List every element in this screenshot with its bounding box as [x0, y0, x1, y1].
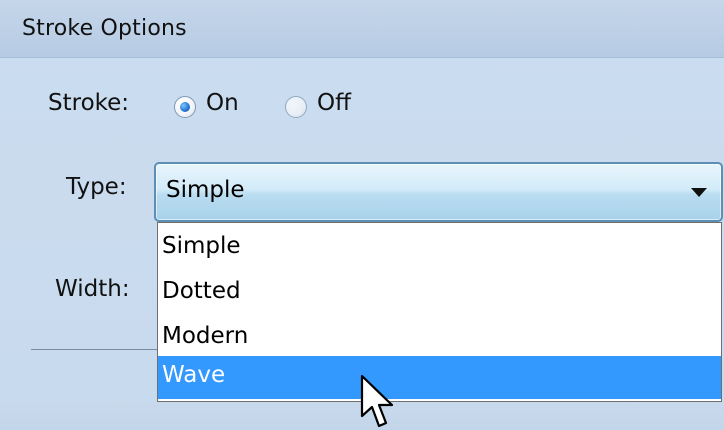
- stroke-off-radio[interactable]: [285, 96, 307, 118]
- type-options-list: Simple Dotted Modern Wave: [157, 222, 722, 402]
- mouse-pointer-icon: [360, 374, 394, 428]
- type-label: Type:: [66, 174, 127, 200]
- separator-line: [31, 349, 157, 350]
- stroke-options-panel: Stroke Options Stroke: On Off Type: Simp…: [0, 0, 724, 430]
- type-option-modern[interactable]: Modern: [158, 317, 721, 359]
- radio-selected-dot: [180, 102, 190, 112]
- stroke-on-radio[interactable]: [174, 96, 196, 118]
- chevron-down-icon[interactable]: [691, 188, 707, 197]
- stroke-on-label[interactable]: On: [206, 90, 239, 116]
- type-option-dotted[interactable]: Dotted: [158, 272, 721, 314]
- type-option-wave[interactable]: Wave: [158, 356, 721, 399]
- stroke-off-label[interactable]: Off: [317, 90, 351, 116]
- panel-header: Stroke Options: [0, 0, 724, 58]
- type-selected-value: Simple: [166, 177, 245, 203]
- type-option-simple[interactable]: Simple: [158, 227, 721, 269]
- stroke-label: Stroke:: [48, 90, 130, 116]
- width-label: Width:: [55, 276, 130, 302]
- type-dropdown[interactable]: Simple: [154, 162, 723, 222]
- panel-title: Stroke Options: [22, 16, 187, 41]
